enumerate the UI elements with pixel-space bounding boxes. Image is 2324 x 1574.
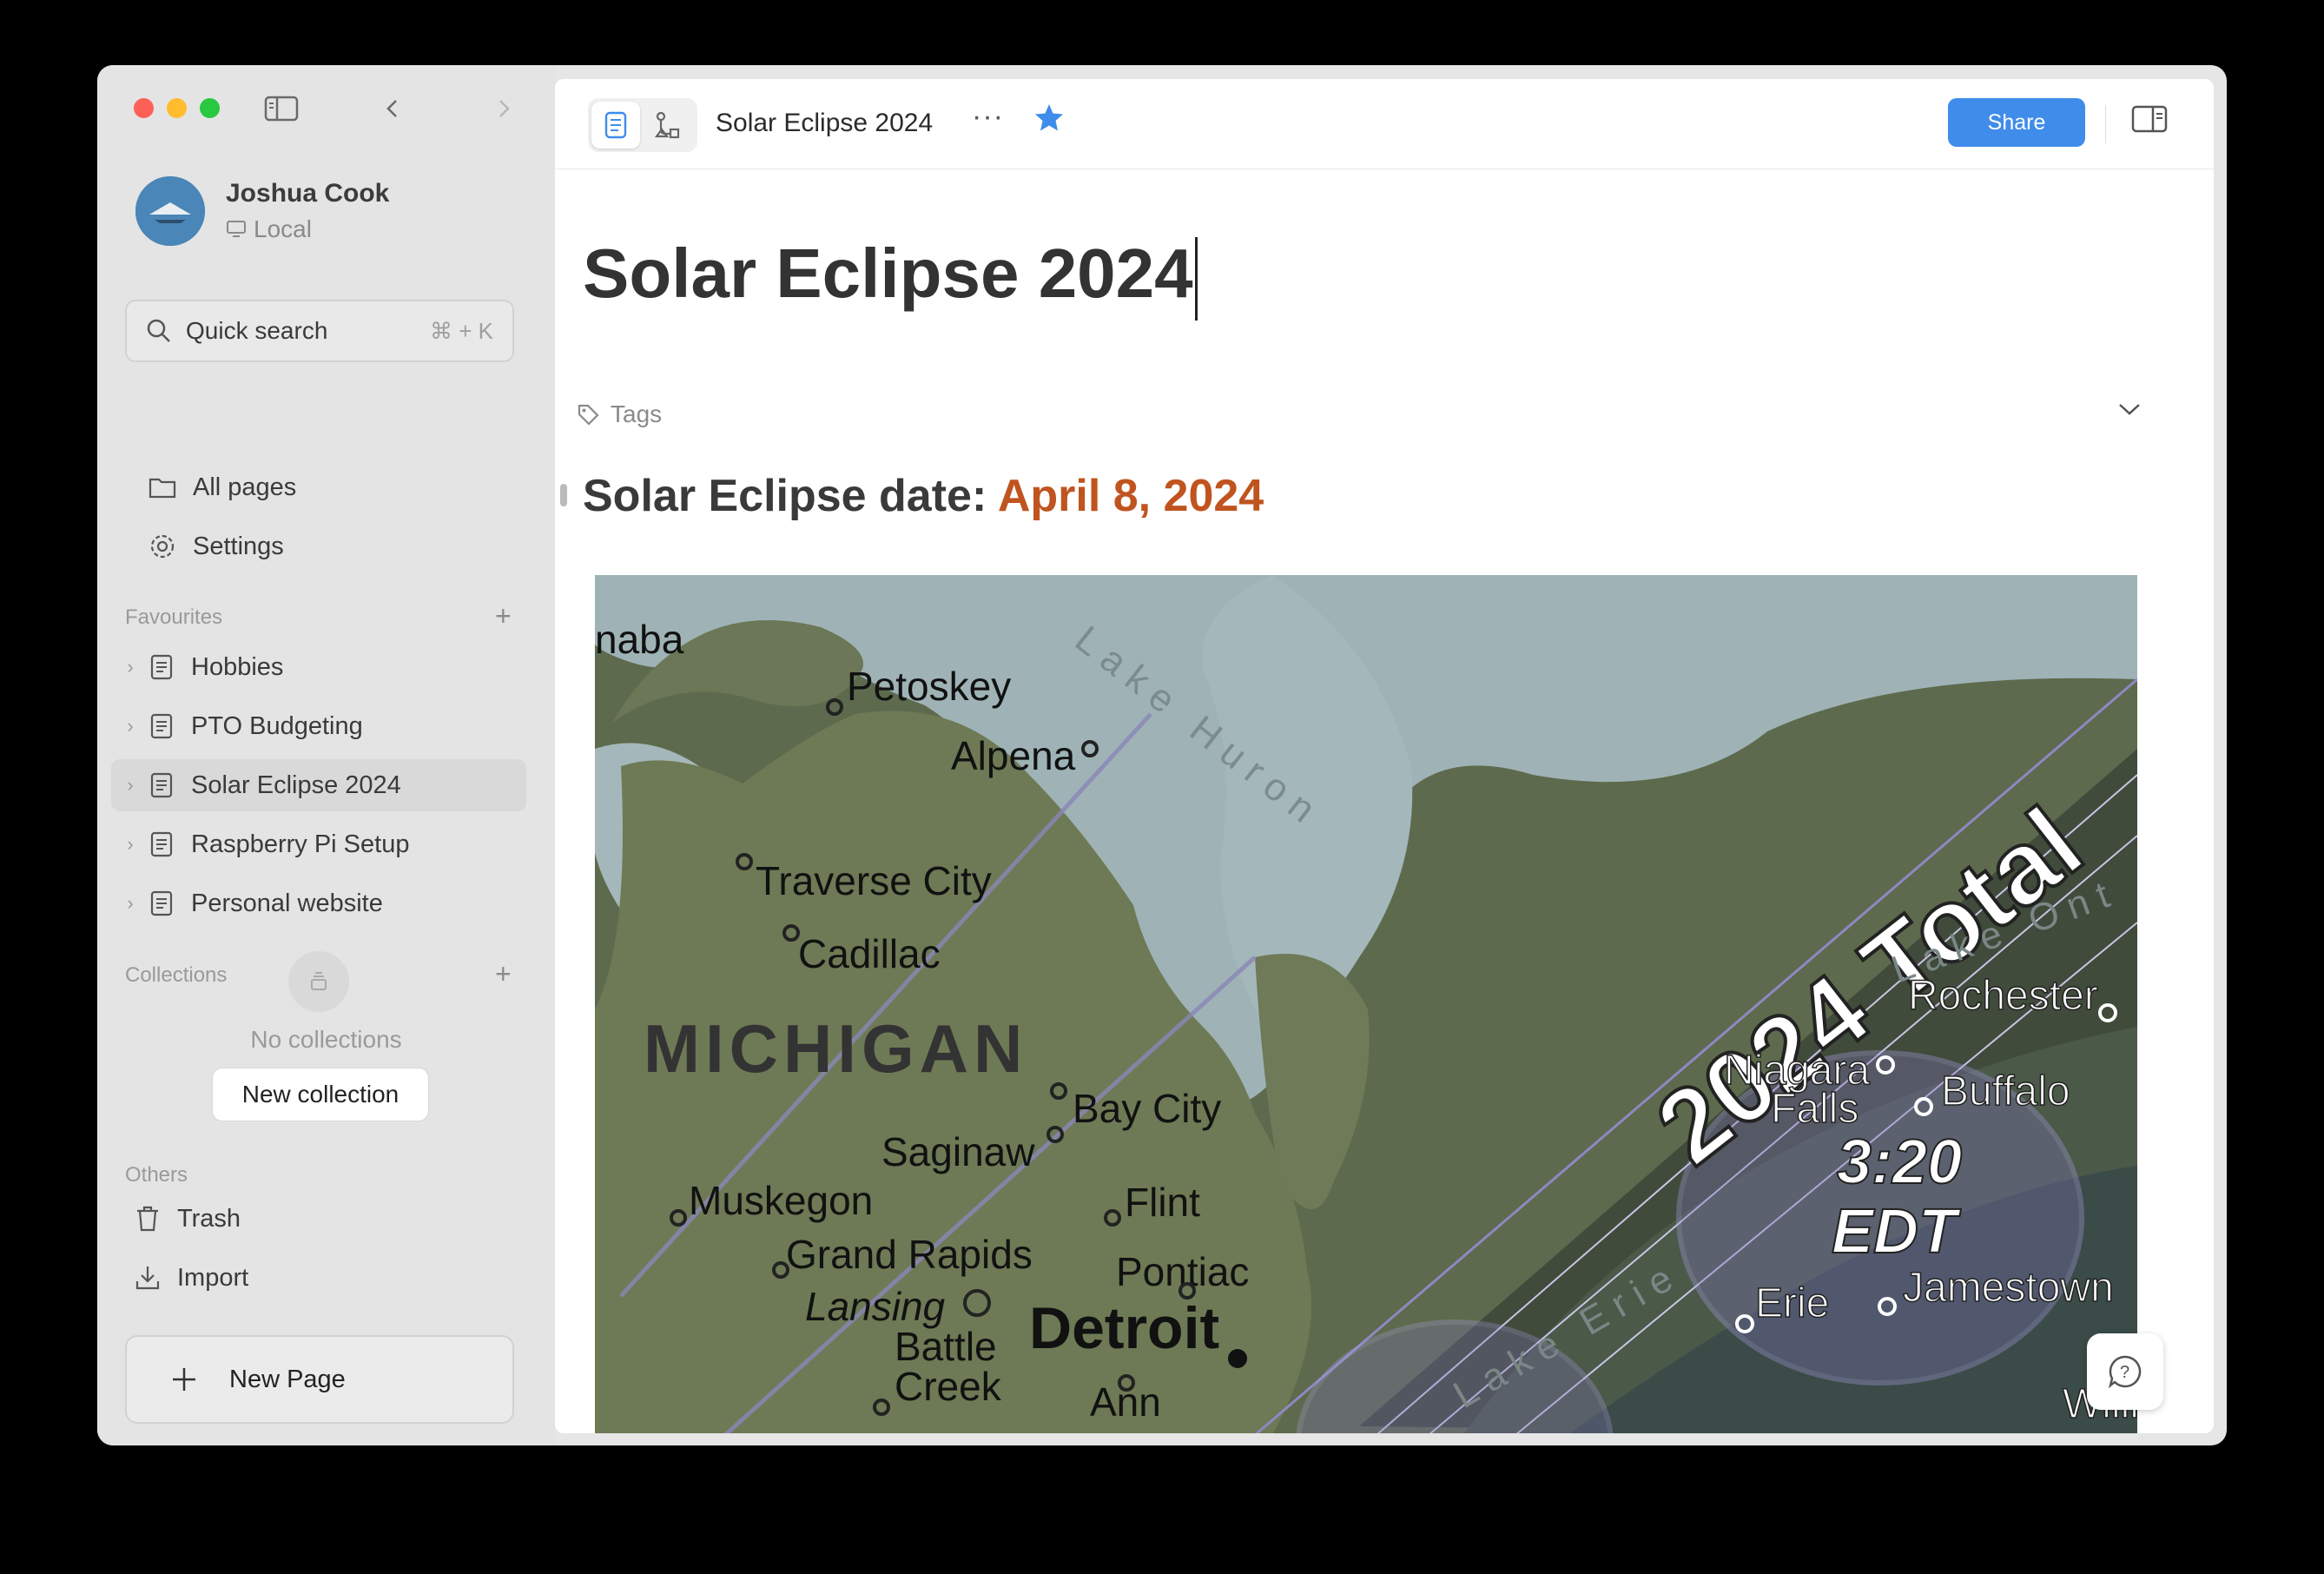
eclipse-map-graphic: 2024 Total MICHIGAN Lake Huron Lake Erie…: [595, 575, 2137, 1433]
quick-search-label: Quick search: [186, 317, 328, 344]
editor-pane: Solar Eclipse 2024 ··· Share Solar Eclip…: [555, 79, 2214, 1433]
new-collection-button[interactable]: New collection: [212, 1068, 429, 1121]
svg-text:Lansing: Lansing: [805, 1284, 946, 1329]
import-icon: [135, 1266, 160, 1290]
svg-text:Battle: Battle: [895, 1324, 997, 1369]
chevron-right-icon[interactable]: ›: [118, 892, 142, 915]
document-title[interactable]: Solar Eclipse 2024: [583, 234, 1198, 321]
favourite-item-hobbies[interactable]: › Hobbies: [111, 641, 526, 693]
trash-icon: [137, 1206, 158, 1232]
zoom-window-button[interactable]: [200, 98, 220, 118]
user-profile[interactable]: Joshua Cook Local: [135, 176, 389, 246]
document-icon: [149, 831, 174, 857]
nav-all-pages[interactable]: All pages: [148, 463, 296, 512]
svg-text:Falls: Falls: [1771, 1086, 1859, 1132]
nav-settings[interactable]: Settings: [148, 522, 284, 571]
page-mode-button[interactable]: [591, 102, 640, 149]
favourite-item-pto-budgeting[interactable]: › PTO Budgeting: [111, 700, 526, 752]
svg-text:Jamestown: Jamestown: [1903, 1265, 2114, 1311]
text-caret: [1194, 236, 1198, 321]
gear-icon: [150, 534, 175, 559]
tag-icon: [578, 404, 599, 426]
edgeless-mode-icon: [654, 111, 680, 139]
eclipse-map-image[interactable]: 2024 Total MICHIGAN Lake Huron Lake Erie…: [595, 575, 2137, 1433]
edgeless-mode-button[interactable]: [644, 102, 692, 149]
favourites-title: Favourites: [125, 605, 223, 629]
share-button[interactable]: Share: [1948, 98, 2085, 147]
eclipse-date-heading[interactable]: Solar Eclipse date: April 8, 2024: [583, 470, 1264, 522]
nav-import[interactable]: Import: [134, 1253, 248, 1302]
sidebar-toggle-icon[interactable]: [262, 91, 300, 126]
svg-text:Bay City: Bay City: [1073, 1086, 1221, 1131]
svg-text:Saginaw: Saginaw: [881, 1129, 1035, 1174]
add-collection-button[interactable]: +: [495, 960, 512, 988]
block-drag-handle[interactable]: [560, 484, 567, 506]
svg-text:MICHIGAN: MICHIGAN: [644, 1010, 1027, 1087]
chevron-right-icon[interactable]: ›: [118, 774, 142, 797]
collections-title: Collections: [125, 963, 228, 987]
svg-text:Traverse City: Traverse City: [756, 858, 992, 903]
svg-text:Grand Rapids: Grand Rapids: [786, 1232, 1033, 1277]
svg-text:Petoskey: Petoskey: [847, 664, 1011, 709]
svg-text:EDT: EDT: [1832, 1197, 1962, 1266]
chevron-right-icon[interactable]: ›: [118, 833, 142, 856]
new-page-button[interactable]: New Page: [125, 1335, 514, 1424]
svg-text:3:20: 3:20: [1837, 1128, 1962, 1197]
add-favourite-button[interactable]: +: [495, 602, 512, 630]
quick-search-shortcut: ⌘ + K: [430, 317, 493, 344]
toolbar-page-title[interactable]: Solar Eclipse 2024: [716, 109, 933, 138]
forward-arrow-icon[interactable]: [485, 91, 523, 126]
svg-text:Rochester: Rochester: [1908, 973, 2098, 1019]
svg-text:Flint: Flint: [1125, 1180, 1200, 1225]
toolbar-divider: [2105, 105, 2106, 143]
minimize-window-button[interactable]: [167, 98, 187, 118]
document-icon: [149, 713, 174, 739]
svg-text:?: ?: [2120, 1363, 2129, 1382]
window-controls: [134, 98, 220, 118]
svg-text:Creek: Creek: [895, 1364, 1002, 1409]
close-window-button[interactable]: [134, 98, 154, 118]
app-window: Joshua Cook Local Quick search ⌘ + K All…: [97, 65, 2227, 1445]
empty-collections-icon: [288, 951, 349, 1012]
chevron-right-icon[interactable]: ›: [118, 656, 142, 678]
chevron-down-icon[interactable]: [2116, 400, 2142, 422]
plus-icon: [173, 1368, 195, 1391]
document-icon: [149, 654, 174, 680]
document-icon: [149, 772, 174, 798]
editor-toolbar: Solar Eclipse 2024 ··· Share: [555, 79, 2214, 169]
svg-text:Buffalo: Buffalo: [1941, 1068, 2070, 1114]
view-mode-switch: [588, 98, 697, 152]
search-icon: [147, 319, 170, 342]
right-panel-toggle-icon[interactable]: [2131, 103, 2168, 139]
help-icon[interactable]: ?: [2087, 1333, 2163, 1410]
no-collections-text: No collections: [250, 1026, 402, 1053]
document-icon: [149, 890, 174, 916]
svg-text:Alpena: Alpena: [951, 733, 1076, 778]
svg-text:Ann: Ann: [1090, 1379, 1161, 1425]
quick-search-button[interactable]: Quick search ⌘ + K: [125, 300, 514, 362]
favourite-star-icon[interactable]: [1033, 102, 1066, 139]
back-arrow-icon[interactable]: [373, 91, 412, 126]
favourite-item-personal-website[interactable]: › Personal website: [111, 877, 526, 929]
avatar: [135, 176, 205, 246]
tags-property[interactable]: Tags: [576, 400, 662, 428]
svg-text:Muskegon: Muskegon: [689, 1178, 873, 1223]
workspace-label: Local: [226, 215, 389, 243]
chevron-right-icon[interactable]: ›: [118, 715, 142, 737]
sidebar: Joshua Cook Local Quick search ⌘ + K All…: [97, 65, 555, 1445]
folder-icon: [149, 478, 176, 499]
svg-text:Cadillac: Cadillac: [798, 931, 941, 976]
others-title: Others: [125, 1163, 188, 1187]
favourite-item-solar-eclipse[interactable]: › Solar Eclipse 2024: [111, 759, 526, 811]
more-options-button[interactable]: ···: [972, 100, 1004, 134]
svg-text:Detroit: Detroit: [1029, 1295, 1219, 1361]
user-name: Joshua Cook: [226, 179, 390, 208]
favourite-item-raspberry-pi[interactable]: › Raspberry Pi Setup: [111, 818, 526, 870]
page-mode-icon: [604, 111, 627, 139]
computer-icon: [227, 221, 246, 237]
eclipse-date: April 8, 2024: [997, 471, 1264, 521]
svg-text:Erie: Erie: [1755, 1280, 1829, 1326]
nav-trash[interactable]: Trash: [134, 1194, 241, 1243]
svg-text:naba: naba: [595, 617, 684, 662]
